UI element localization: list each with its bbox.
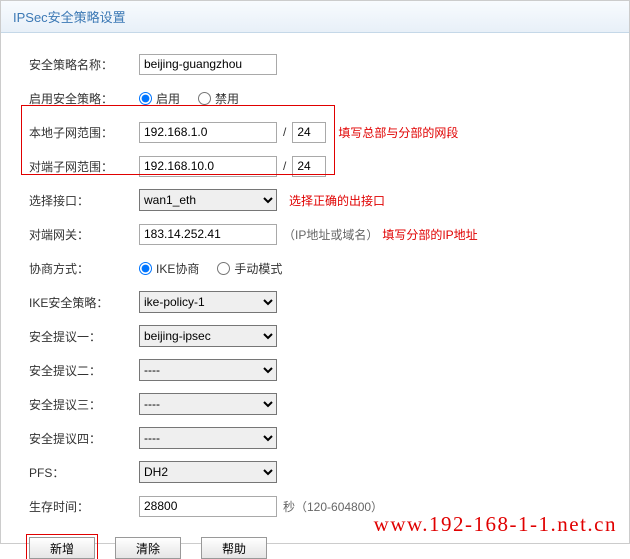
radio-manual-label[interactable]: 手动模式 — [217, 260, 282, 277]
lifetime-input[interactable] — [139, 496, 277, 517]
label-proposal3: 安全提议三： — [29, 396, 139, 413]
label-remote-gw: 对端网关： — [29, 226, 139, 243]
radio-enable-label[interactable]: 启用 — [139, 90, 180, 107]
radio-disable[interactable] — [198, 92, 211, 105]
help-button[interactable]: 帮助 — [201, 537, 267, 559]
row-pfs: PFS： DH2 — [29, 455, 609, 489]
label-lifetime: 生存时间： — [29, 498, 139, 515]
label-proposal2: 安全提议二： — [29, 362, 139, 379]
button-row: 新增 清除 帮助 — [1, 537, 629, 559]
label-policy-name: 安全策略名称： — [29, 56, 139, 73]
hint-interface: 选择正确的出接口 — [289, 192, 385, 209]
remote-subnet-ip-input[interactable] — [139, 156, 277, 177]
radio-ike-label[interactable]: IKE协商 — [139, 260, 199, 277]
label-ike-policy: IKE安全策略： — [29, 294, 139, 311]
radio-ike[interactable] — [139, 262, 152, 275]
hint-gw-gray: （IP地址或域名） — [283, 226, 378, 243]
label-nego: 协商方式： — [29, 260, 139, 277]
row-enable: 启用安全策略： 启用 禁用 — [29, 81, 609, 115]
row-local-subnet: 本地子网范围： / 填写总部与分部的网段 — [29, 115, 609, 149]
radio-enable[interactable] — [139, 92, 152, 105]
radio-manual[interactable] — [217, 262, 230, 275]
hint-gw-red: 填写分部的IP地址 — [382, 226, 477, 243]
label-interface: 选择接口： — [29, 192, 139, 209]
label-local-subnet: 本地子网范围： — [29, 124, 139, 141]
row-ike-policy: IKE安全策略： ike-policy-1 — [29, 285, 609, 319]
local-subnet-ip-input[interactable] — [139, 122, 277, 143]
enable-radio-group: 启用 禁用 — [139, 90, 253, 107]
row-remote-subnet: 对端子网范围： / — [29, 149, 609, 183]
label-proposal4: 安全提议四： — [29, 430, 139, 447]
form-area: 安全策略名称： 启用安全策略： 启用 禁用 本地子网范围： / 填写总部与分部的… — [1, 33, 629, 531]
label-enable: 启用安全策略： — [29, 90, 139, 107]
policy-name-input[interactable] — [139, 54, 277, 75]
ike-policy-select[interactable]: ike-policy-1 — [139, 291, 277, 313]
hint-lifetime: 秒（120-604800） — [283, 498, 383, 515]
label-pfs: PFS： — [29, 464, 139, 481]
hint-subnet: 填写总部与分部的网段 — [338, 124, 458, 141]
row-remote-gw: 对端网关： （IP地址或域名） 填写分部的IP地址 — [29, 217, 609, 251]
pfs-select[interactable]: DH2 — [139, 461, 277, 483]
page-title: IPSec安全策略设置 — [13, 10, 126, 25]
row-nego: 协商方式： IKE协商 手动模式 — [29, 251, 609, 285]
radio-disable-label[interactable]: 禁用 — [198, 90, 239, 107]
label-proposal1: 安全提议一： — [29, 328, 139, 345]
proposal3-select[interactable]: ---- — [139, 393, 277, 415]
row-proposal3: 安全提议三： ---- — [29, 387, 609, 421]
slash-remote: / — [283, 159, 286, 173]
proposal1-select[interactable]: beijing-ipsec — [139, 325, 277, 347]
proposal4-select[interactable]: ---- — [139, 427, 277, 449]
remote-subnet-mask-input[interactable] — [292, 156, 326, 177]
remote-gw-input[interactable] — [139, 224, 277, 245]
interface-select[interactable]: wan1_eth — [139, 189, 277, 211]
row-proposal1: 安全提议一： beijing-ipsec — [29, 319, 609, 353]
add-button[interactable]: 新增 — [29, 537, 95, 559]
clear-button[interactable]: 清除 — [115, 537, 181, 559]
watermark-text: www.192-168-1-1.net.cn — [374, 512, 617, 537]
label-remote-subnet: 对端子网范围： — [29, 158, 139, 175]
title-bar: IPSec安全策略设置 — [1, 1, 629, 33]
local-subnet-mask-input[interactable] — [292, 122, 326, 143]
row-policy-name: 安全策略名称： — [29, 47, 609, 81]
proposal2-select[interactable]: ---- — [139, 359, 277, 381]
nego-radio-group: IKE协商 手动模式 — [139, 260, 296, 277]
row-proposal4: 安全提议四： ---- — [29, 421, 609, 455]
row-interface: 选择接口： wan1_eth 选择正确的出接口 — [29, 183, 609, 217]
row-proposal2: 安全提议二： ---- — [29, 353, 609, 387]
slash-local: / — [283, 125, 286, 139]
